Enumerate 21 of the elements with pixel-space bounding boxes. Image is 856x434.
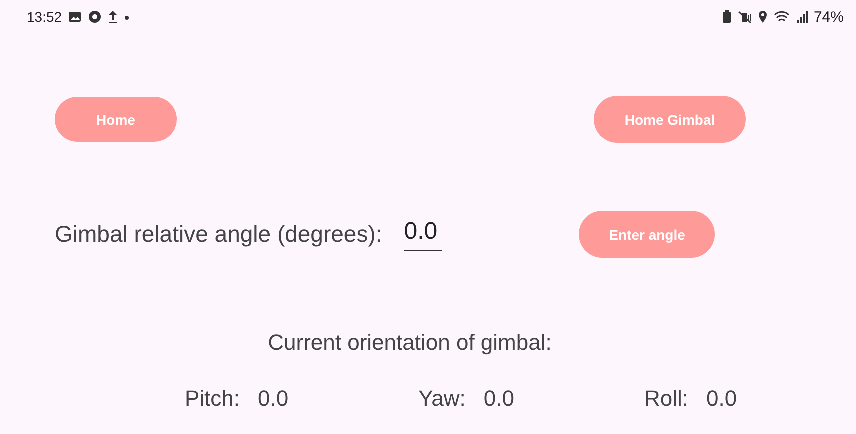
- angle-label: Gimbal relative angle (degrees):: [55, 221, 382, 248]
- reading-value: 0.0: [706, 386, 738, 412]
- vibrate-mute-icon: [738, 10, 752, 24]
- orientation-title: Current orientation of gimbal:: [268, 330, 552, 356]
- reading-label: Yaw:: [418, 386, 466, 412]
- reading-label: Roll:: [644, 386, 689, 412]
- home-button[interactable]: Home: [55, 97, 177, 142]
- wifi-icon: [774, 10, 790, 24]
- reading-value: 0.0: [484, 386, 514, 412]
- angle-field[interactable]: 0.0: [404, 218, 442, 251]
- battery-percent: 74%: [814, 8, 844, 26]
- battery-saver-icon: [722, 10, 732, 24]
- reading-label: Pitch:: [185, 386, 240, 412]
- location-icon: [758, 10, 768, 24]
- reading-value: 0.0: [258, 386, 289, 412]
- upload-icon: [108, 10, 118, 24]
- home-gimbal-button[interactable]: Home Gimbal: [594, 96, 746, 143]
- enter-angle-button[interactable]: Enter angle: [579, 211, 716, 258]
- status-time: 13:52: [27, 9, 62, 25]
- image-icon: [68, 10, 82, 24]
- signal-icon: [796, 10, 808, 24]
